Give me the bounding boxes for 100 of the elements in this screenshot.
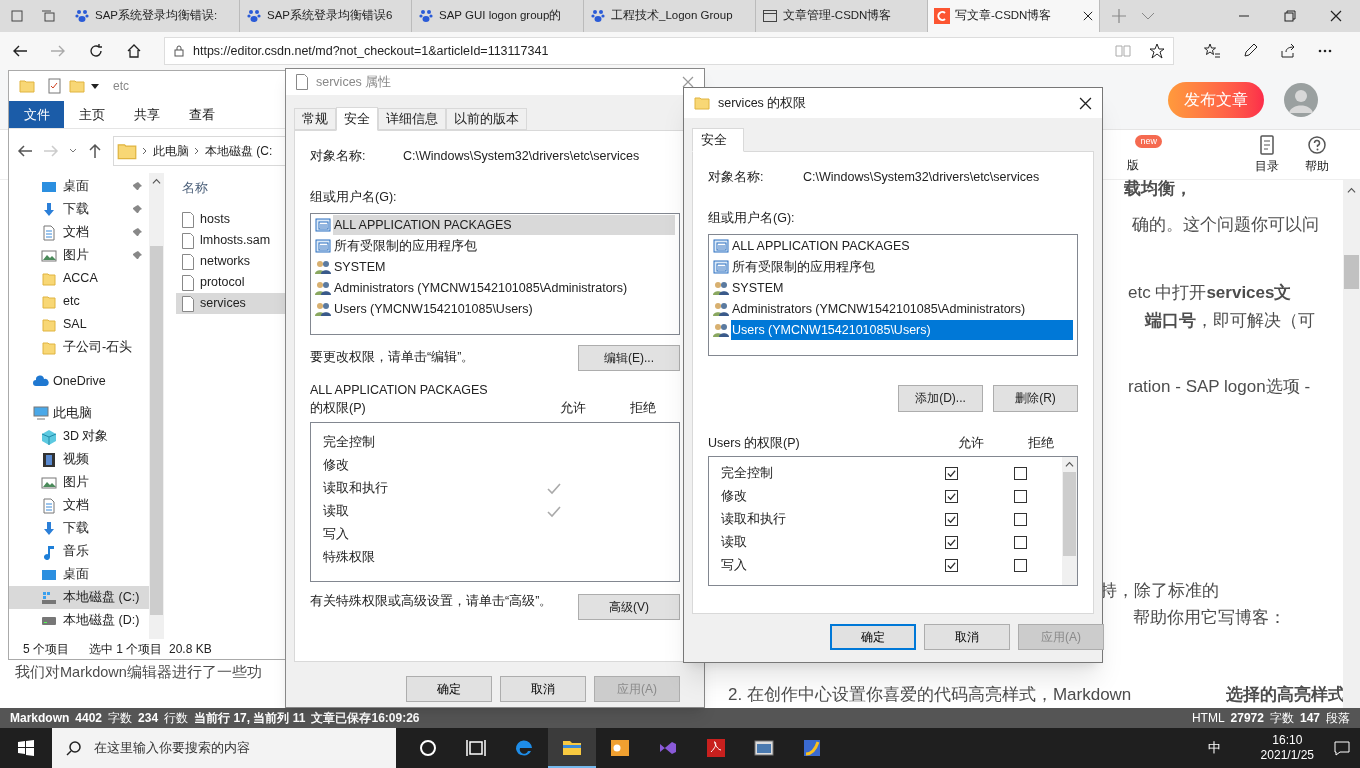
principal-item[interactable]: ALL APPLICATION PACKAGES <box>713 235 1073 257</box>
nav-item[interactable]: 3D 对象 <box>9 425 149 448</box>
scrollbar[interactable] <box>1343 180 1360 708</box>
principal-item[interactable]: Administrators (YMCNW1542101085\Administrators) <box>713 298 1073 320</box>
file-item[interactable]: lmhosts.sam <box>176 230 297 251</box>
ribbon-tab[interactable]: 主页 <box>64 101 119 128</box>
nav-item[interactable]: 本地磁盘 (C:) <box>9 586 149 609</box>
scrollbar-thumb[interactable] <box>1344 255 1359 289</box>
back-arrow-icon[interactable] <box>12 43 28 59</box>
ime-indicator[interactable]: 中 <box>1207 738 1221 758</box>
allow-checkbox[interactable] <box>945 559 958 573</box>
dropdown-caret-icon[interactable] <box>91 82 99 90</box>
help-icon <box>1307 134 1327 155</box>
scrollbar-thumb[interactable] <box>1063 472 1076 557</box>
principal-item[interactable]: 所有受限制的应用程序包 <box>315 235 675 257</box>
template-button[interactable]: 版 <box>1127 156 1140 174</box>
dialog-button[interactable]: 取消 <box>924 624 1010 650</box>
user-group-icon <box>713 322 729 338</box>
file-item[interactable]: hosts <box>176 209 297 230</box>
nav-item[interactable]: 下载 <box>9 517 149 540</box>
deny-checkbox[interactable] <box>1014 490 1027 504</box>
restore-icon[interactable] <box>1284 10 1296 22</box>
add-button[interactable]: 添加(D)... <box>898 384 983 412</box>
nav-item[interactable]: 视频 <box>9 448 149 471</box>
star-icon[interactable] <box>1149 43 1165 59</box>
file-item[interactable]: protocol <box>176 272 297 293</box>
home-icon[interactable] <box>126 43 142 59</box>
allow-checkbox[interactable] <box>945 536 958 550</box>
nav-item[interactable]: 文档 <box>9 221 149 244</box>
allow-checkbox[interactable] <box>945 467 958 481</box>
up-arrow-icon[interactable] <box>87 143 103 159</box>
nav-item[interactable]: 音乐 <box>9 540 149 563</box>
deny-checkbox[interactable] <box>1014 467 1027 481</box>
url-field[interactable]: https://editor.csdn.net/md?not_checkout=1&articleId=113117341 <box>164 37 1174 65</box>
remove-button[interactable]: 删除(R) <box>993 384 1078 412</box>
principal-item[interactable]: SYSTEM <box>315 256 675 278</box>
principal-item[interactable]: SYSTEM <box>713 277 1073 299</box>
principal-item[interactable]: Administrators (YMCNW1542101085\Administrators) <box>315 277 675 299</box>
nav-item[interactable]: ACCA <box>9 267 149 290</box>
nav-item[interactable]: 下载 <box>9 198 149 221</box>
pen-icon[interactable] <box>1242 43 1258 59</box>
dialog-button[interactable]: 确定 <box>406 676 492 702</box>
nav-item[interactable]: OneDrive <box>9 369 149 393</box>
nav-item[interactable]: 图片 <box>9 471 149 494</box>
nav-item[interactable]: 本地磁盘 (D:) <box>9 609 149 632</box>
clock[interactable]: 16:10 2021/1/25 <box>1260 733 1314 763</box>
nav-item[interactable]: etc <box>9 290 149 313</box>
principal-item[interactable]: Users (YMCNW1542101085\Users) <box>315 298 675 320</box>
browser-tab[interactable]: 写文章-CSDN博客 <box>928 0 1100 32</box>
scrollbar-thumb[interactable] <box>150 246 163 615</box>
chevron-down-icon[interactable] <box>69 147 77 155</box>
breadcrumb-item[interactable]: 本地磁盘 (C: <box>205 142 273 160</box>
toolbar-button[interactable]: 帮助 <box>1292 134 1342 175</box>
dialog-button[interactable]: 确定 <box>830 624 916 650</box>
nav-item[interactable]: 桌面 <box>9 175 149 198</box>
ribbon-tab[interactable]: 共享 <box>119 101 174 128</box>
edit-button[interactable]: 编辑(E)... <box>578 344 680 371</box>
allow-checkbox[interactable] <box>945 513 958 527</box>
principal-item[interactable]: 所有受限制的应用程序包 <box>713 256 1073 278</box>
allow-checkbox[interactable] <box>945 490 958 504</box>
deny-checkbox[interactable] <box>1014 513 1027 527</box>
more-icon[interactable] <box>1318 49 1332 53</box>
scrollbar[interactable] <box>149 173 164 639</box>
taskbar-app-button[interactable] <box>548 728 596 768</box>
file-icon <box>182 232 194 249</box>
deny-checkbox[interactable] <box>1014 559 1027 573</box>
tab[interactable]: 详细信息 <box>378 108 446 130</box>
nav-item[interactable]: 图片 <box>9 244 149 267</box>
file-item[interactable]: networks <box>176 251 297 272</box>
close-icon[interactable] <box>1330 10 1342 22</box>
breadcrumb-item[interactable]: 此电脑 <box>153 142 189 160</box>
nav-item[interactable]: SAL <box>9 313 149 336</box>
favorites-icon[interactable] <box>1204 43 1220 59</box>
nav-item[interactable]: 此电脑 <box>9 401 149 425</box>
dialog-button[interactable]: 取消 <box>500 676 586 702</box>
tab[interactable]: 安全 <box>336 107 378 131</box>
ribbon-tab[interactable]: 查看 <box>174 101 229 128</box>
tab[interactable]: 以前的版本 <box>446 108 527 130</box>
c-logo-icon <box>934 8 950 24</box>
tab[interactable]: 安全 <box>692 128 744 152</box>
refresh-icon[interactable] <box>88 43 104 59</box>
ribbon-tab[interactable]: 文件 <box>9 101 64 128</box>
deny-checkbox[interactable] <box>1014 536 1027 550</box>
properties-check-icon[interactable] <box>47 78 63 94</box>
scrollbar[interactable] <box>1062 457 1077 586</box>
close-icon[interactable] <box>1079 96 1092 110</box>
nav-item[interactable]: 桌面 <box>9 563 149 586</box>
back-arrow-icon[interactable] <box>17 143 33 159</box>
article-text: 帮助你用它写博客： <box>1133 607 1286 629</box>
taskbar-search-field[interactable]: 在这里输入你要搜索的内容 <box>52 728 396 768</box>
lock-icon <box>173 45 185 57</box>
nav-item[interactable]: 子公司-石头 <box>9 336 149 359</box>
toolbar-button[interactable]: 目录 <box>1242 134 1292 175</box>
advanced-button[interactable]: 高级(V) <box>578 594 680 620</box>
nav-item[interactable]: 文档 <box>9 494 149 517</box>
notification-icon[interactable] <box>1334 740 1350 756</box>
tab[interactable]: 常规 <box>294 108 336 130</box>
share-icon[interactable] <box>1280 43 1296 59</box>
windows-logo-icon[interactable] <box>18 740 34 756</box>
close-icon[interactable] <box>1083 11 1093 21</box>
